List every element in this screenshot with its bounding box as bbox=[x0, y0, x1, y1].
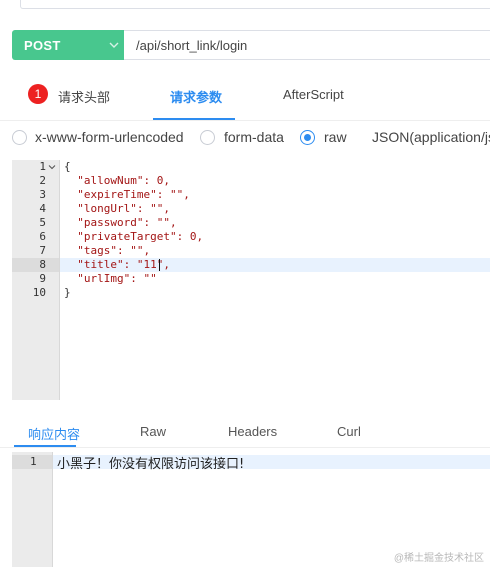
response-body-text[interactable]: 小黑子！你没有权限访问该接口! bbox=[57, 453, 244, 472]
response-tab-divider bbox=[0, 447, 490, 448]
fold-chevron-icon[interactable] bbox=[48, 163, 56, 171]
method-select[interactable]: POST bbox=[12, 30, 124, 60]
response-line-number: 1 bbox=[30, 455, 37, 468]
code-line: { bbox=[64, 160, 71, 173]
code-line: "tags": "", bbox=[64, 244, 151, 257]
tab-response-raw[interactable]: Raw bbox=[140, 424, 166, 439]
text-cursor bbox=[159, 259, 160, 271]
code-line: "longUrl": "", bbox=[64, 202, 170, 215]
url-input[interactable] bbox=[124, 31, 490, 59]
line-number: 6 bbox=[39, 230, 46, 243]
radio-label-form-data: form-data bbox=[224, 129, 284, 145]
raw-content-type-select[interactable]: JSON(application/js bbox=[372, 129, 490, 145]
url-input-wrapper bbox=[124, 30, 490, 60]
line-number: 8 bbox=[39, 258, 46, 271]
radio-raw[interactable] bbox=[300, 130, 315, 145]
top-input-remnant[interactable] bbox=[20, 0, 490, 9]
line-number: 3 bbox=[39, 188, 46, 201]
code-line: "expireTime": "", bbox=[64, 188, 190, 201]
line-number: 5 bbox=[39, 216, 46, 229]
tab-request-headers[interactable]: 请求头部 bbox=[58, 87, 110, 106]
radio-label-raw: raw bbox=[324, 129, 347, 145]
code-line: "title": "11", bbox=[64, 258, 170, 271]
tab-request-params[interactable]: 请求参数 bbox=[170, 87, 222, 106]
code-line: "urlImg": "" bbox=[64, 272, 157, 285]
code-line: "allowNum": 0, bbox=[64, 174, 170, 187]
chevron-down-icon bbox=[109, 42, 119, 48]
tab-response-curl[interactable]: Curl bbox=[337, 424, 361, 439]
radio-x-www-form-urlencoded[interactable] bbox=[12, 130, 27, 145]
response-gutter bbox=[12, 452, 53, 567]
line-number: 2 bbox=[39, 174, 46, 187]
header-count-badge: 1 bbox=[28, 84, 48, 104]
watermark: @稀土掘金技术社区 bbox=[393, 553, 484, 564]
active-tab-indicator bbox=[153, 118, 235, 120]
code-line: "password": "", bbox=[64, 216, 177, 229]
response-active-tab-indicator bbox=[14, 445, 76, 447]
tab-divider bbox=[0, 120, 490, 121]
line-number: 9 bbox=[39, 272, 46, 285]
tab-response-headers[interactable]: Headers bbox=[228, 424, 277, 439]
code-line: "privateTarget": 0, bbox=[64, 230, 204, 243]
line-number: 10 bbox=[32, 286, 46, 299]
radio-label-urlencoded: x-www-form-urlencoded bbox=[35, 129, 184, 145]
tab-afterscript[interactable]: AfterScript bbox=[283, 87, 344, 102]
line-number: 1 bbox=[39, 160, 46, 173]
line-number: 7 bbox=[39, 244, 46, 257]
radio-form-data[interactable] bbox=[200, 130, 215, 145]
line-number: 4 bbox=[39, 202, 46, 215]
code-line: } bbox=[64, 286, 71, 299]
tab-response-content[interactable]: 响应内容 bbox=[28, 424, 80, 443]
method-label: POST bbox=[24, 38, 61, 53]
